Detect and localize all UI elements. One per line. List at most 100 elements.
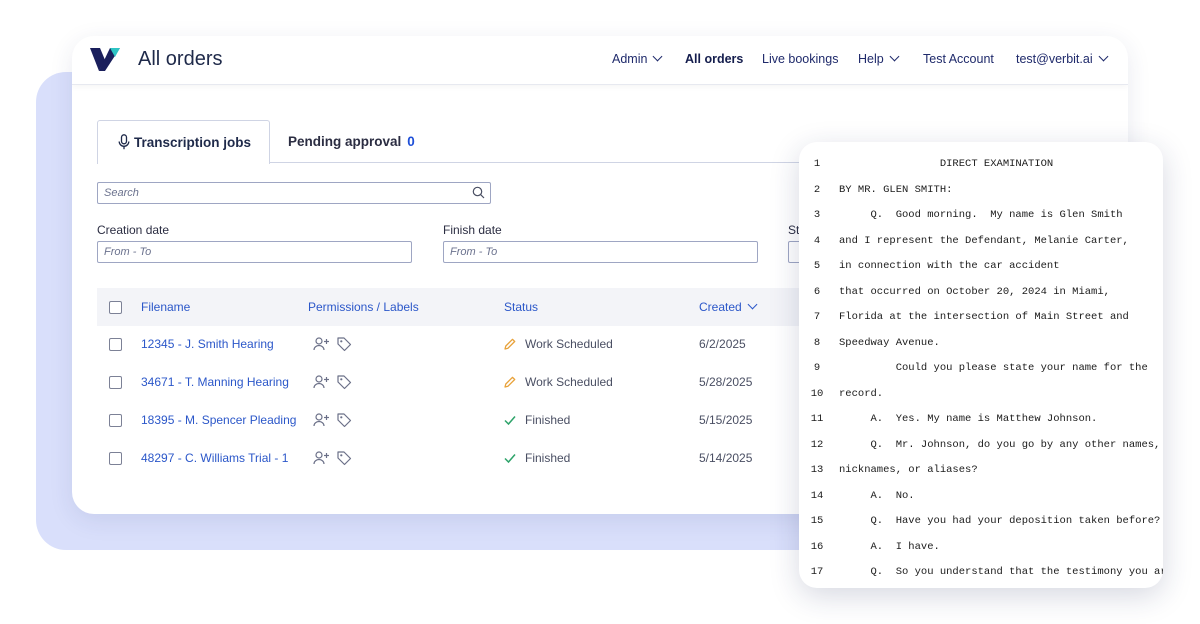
select-all-checkbox[interactable]: [109, 301, 122, 314]
tab-pending-approval[interactable]: Pending approval 0: [288, 134, 415, 149]
creation-date-field[interactable]: From - To: [97, 241, 412, 263]
line-number: 13: [810, 464, 824, 476]
line-text: and I represent the Defendant, Melanie C…: [839, 234, 1129, 247]
created-date: 5/15/2025: [699, 413, 753, 427]
line-text: record.: [839, 387, 884, 400]
column-filename[interactable]: Filename: [141, 300, 190, 314]
chevron-down-icon: [1098, 51, 1109, 62]
transcript-line: 7 Florida at the intersection of Main Str…: [799, 311, 1163, 329]
filename-link[interactable]: 48297 - C. Williams Trial - 1: [141, 451, 288, 465]
transcript-line: 2 BY MR. GLEN SMITH:: [799, 184, 1163, 202]
finish-date-label: Finish date: [443, 223, 502, 237]
transcript-line: 17 Q. So you understand that the testimo…: [799, 566, 1163, 584]
line-text: Speedway Avenue.: [839, 336, 940, 349]
add-user-icon[interactable]: [313, 336, 330, 352]
nav-admin[interactable]: Admin: [612, 51, 663, 66]
pending-count-badge: 0: [407, 134, 415, 149]
line-number: 16: [810, 540, 824, 553]
line-text: Florida at the intersection of Main Stre…: [839, 311, 1129, 323]
line-number: 15: [810, 515, 824, 527]
filename-link[interactable]: 34671 - T. Manning Hearing: [141, 375, 289, 389]
nav-live-bookings[interactable]: Live bookings: [762, 52, 838, 66]
table-row[interactable]: 48297 - C. Williams Trial - 1 Finished 5/1…: [97, 440, 857, 478]
column-created[interactable]: Created: [699, 299, 758, 314]
line-text: BY MR. GLEN SMITH:: [839, 183, 953, 196]
nav-account[interactable]: Test Account: [923, 52, 994, 66]
status-text: Work Scheduled: [525, 375, 613, 389]
table-row[interactable]: 12345 - J. Smith Hearing Work Scheduled 6/…: [97, 326, 857, 364]
column-status[interactable]: Status: [504, 300, 538, 314]
filename-link[interactable]: 12345 - J. Smith Hearing: [141, 337, 274, 351]
microphone-icon: [118, 134, 130, 150]
line-number: 11: [810, 413, 824, 425]
search-input[interactable]: Search: [97, 182, 491, 204]
nav-all-orders[interactable]: All orders: [685, 52, 743, 66]
tag-icon[interactable]: [336, 450, 352, 466]
nav-help[interactable]: Help: [858, 51, 900, 66]
nav-user-label: test@verbit.ai: [1016, 52, 1093, 66]
line-text: A. Yes. My name is Matthew Johnson.: [839, 413, 1098, 425]
column-permissions: Permissions / Labels: [308, 300, 419, 314]
tag-icon[interactable]: [336, 374, 352, 390]
transcript-line: 11 A. Yes. My name is Matthew Johnson.: [799, 413, 1163, 431]
nav-user-menu[interactable]: test@verbit.ai: [1016, 51, 1109, 66]
line-text: Q. Have you had your deposition taken be…: [839, 515, 1161, 527]
line-text: that occurred on October 20, 2024 in Mia…: [839, 285, 1110, 298]
line-text: in connection with the car accident: [839, 260, 1060, 272]
transcript-line: 5 in connection with the car accident: [799, 260, 1163, 278]
check-icon: [504, 454, 516, 464]
line-number: 12: [810, 438, 824, 451]
nav-help-label: Help: [858, 52, 884, 66]
status-filter-label: St: [788, 223, 800, 237]
transcript-line: 10 record.: [799, 388, 1163, 406]
permissions-labels-cell: [313, 374, 352, 395]
filename-link[interactable]: 18395 - M. Spencer Pleading: [141, 413, 296, 427]
check-icon: [504, 416, 516, 426]
transcript-line: 9 Could you please state your name for t…: [799, 362, 1163, 380]
transcript-line: 1 DIRECT EXAMINATION: [799, 158, 1163, 176]
status-text: Finished: [525, 451, 571, 465]
table-row[interactable]: 34671 - T. Manning Hearing Work Scheduled…: [97, 364, 857, 402]
search-icon[interactable]: [472, 186, 485, 199]
line-text: Could you please state your name for the: [839, 362, 1148, 374]
pencil-icon: [504, 338, 516, 350]
line-text: DIRECT EXAMINATION: [839, 158, 1054, 170]
row-checkbox[interactable]: [109, 338, 122, 351]
add-user-icon[interactable]: [313, 450, 330, 466]
line-number: 1: [813, 158, 821, 170]
status-text: Work Scheduled: [525, 337, 613, 351]
permissions-labels-cell: [313, 450, 352, 471]
add-user-icon[interactable]: [313, 374, 330, 390]
line-text: nicknames, or aliases?: [839, 464, 978, 476]
transcript-line: 8 Speedway Avenue.: [799, 337, 1163, 355]
tag-icon[interactable]: [336, 412, 352, 428]
line-number: 3: [813, 209, 821, 221]
line-text: Q. Mr. Johnson, do you go by any other n…: [839, 438, 1161, 451]
line-number: 9: [813, 362, 821, 374]
search-placeholder: Search: [104, 187, 139, 199]
nav-menu: Admin All orders Live bookings Help Test…: [72, 36, 1128, 84]
tab-transcription-jobs[interactable]: Transcription jobs: [97, 120, 270, 164]
created-date: 5/28/2025: [699, 375, 753, 389]
line-number: 17: [810, 566, 824, 578]
top-navigation-bar: All orders Admin All orders Live booking…: [72, 36, 1128, 85]
line-number: 4: [813, 234, 821, 247]
row-checkbox[interactable]: [109, 376, 122, 389]
transcript-line: 4 and I represent the Defendant, Melanie …: [799, 235, 1163, 253]
line-text: A. I have.: [839, 540, 940, 553]
tag-icon[interactable]: [336, 336, 352, 352]
line-number: 2: [813, 183, 821, 196]
transcript-line: 14 A. No.: [799, 490, 1163, 508]
row-checkbox[interactable]: [109, 414, 122, 427]
permissions-labels-cell: [313, 336, 352, 357]
line-number: 8: [813, 336, 821, 349]
add-user-icon[interactable]: [313, 412, 330, 428]
finish-date-field[interactable]: From - To: [443, 241, 758, 263]
line-number: 10: [810, 387, 824, 400]
created-date: 5/14/2025: [699, 451, 753, 465]
transcript-line: 15 Q. Have you had your deposition taken…: [799, 515, 1163, 533]
transcript-line: 6 that occurred on October 20, 2024 in Mi…: [799, 286, 1163, 304]
line-text: A. No.: [839, 489, 915, 502]
row-checkbox[interactable]: [109, 452, 122, 465]
table-row[interactable]: 18395 - M. Spencer Pleading Finished 5/15/…: [97, 402, 857, 440]
